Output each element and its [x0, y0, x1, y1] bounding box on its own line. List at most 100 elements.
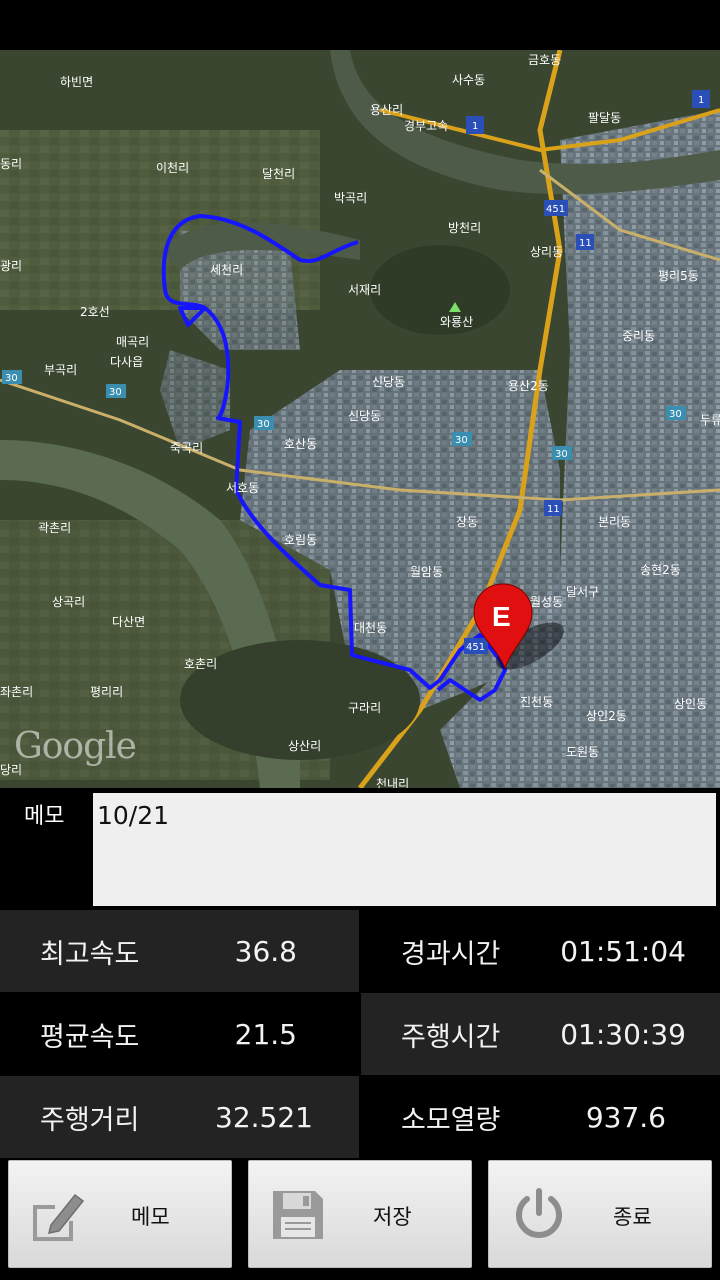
map-label: 평리5동 — [658, 269, 699, 283]
map-label: 금호동 — [528, 53, 561, 67]
map-label: 달서구 — [566, 585, 599, 599]
map-label: 좌촌리 — [0, 685, 33, 699]
highway-shield: 30 — [552, 446, 572, 460]
google-logo: Google — [14, 726, 137, 767]
map-label: 도원동 — [566, 745, 599, 759]
max-speed-value: 36.8 — [234, 934, 297, 968]
elapsed-value: 01:51:04 — [560, 934, 686, 968]
elapsed-label: 경과시간 — [401, 938, 501, 970]
map-label: 서재리 — [348, 283, 381, 297]
map-label: 다산면 — [112, 615, 145, 629]
save-button-label: 저장 — [373, 1205, 412, 1229]
highway-shield: 1 — [466, 116, 484, 134]
highway-shield: 11 — [576, 234, 594, 250]
moving-time-label: 주행시간 — [401, 1021, 501, 1053]
moving-time-cell: 주행시간 01:30:39 — [361, 993, 720, 1075]
svg-text:30: 30 — [555, 449, 568, 460]
map-label: 본리동 — [598, 515, 631, 529]
map-label: 중리동 — [622, 329, 655, 343]
map-label: 동리 — [0, 157, 22, 171]
edit-icon — [33, 1193, 85, 1241]
svg-text:30: 30 — [257, 419, 270, 430]
distance-cell: 주행거리 32.521 — [0, 1076, 359, 1158]
quit-button-label: 종료 — [613, 1205, 652, 1229]
memo-button[interactable]: 메모 — [8, 1160, 232, 1268]
power-icon — [516, 1188, 562, 1238]
map-label: 용산리 — [370, 103, 403, 117]
svg-text:30: 30 — [109, 387, 122, 398]
moving-time-value: 01:30:39 — [560, 1017, 686, 1051]
highway-shield: 30 — [666, 406, 686, 420]
calories-label: 소모열량 — [401, 1104, 501, 1136]
map-label: 월암동 — [410, 565, 443, 579]
map-view[interactable]: 1 1 451 11 30 30 30 30 30 11 451 30 하빈면 … — [0, 50, 720, 788]
stats-panel: 최고속도 36.8 경과시간 01:51:04 평균속도 21.5 주행시간 0… — [0, 910, 720, 1158]
map-label: 광리 — [0, 259, 22, 273]
map-label: 상곡리 — [52, 595, 85, 609]
map-label: 호촌리 — [184, 657, 217, 671]
map-label: 장동 — [456, 515, 478, 529]
map-label: 이천리 — [156, 160, 189, 175]
map-label: 상산리 — [288, 739, 321, 753]
map-label: 곽촌리 — [38, 521, 71, 535]
map-label: 월성동 — [530, 595, 563, 609]
map-label: 부곡리 — [44, 363, 77, 377]
max-speed-cell: 최고속도 36.8 — [0, 910, 359, 992]
highway-shield: 1 — [692, 90, 710, 108]
map-label: 신당동 — [372, 375, 405, 389]
map-label: 팔달동 — [588, 111, 621, 125]
map-label: 상인2동 — [586, 709, 627, 723]
map-label: 사수동 — [452, 73, 485, 87]
map-label: 대천동 — [354, 620, 387, 635]
map-label: 용산2동 — [508, 379, 549, 393]
memo-label: 메모 — [24, 804, 65, 829]
map-label: 상리동 — [530, 245, 563, 259]
svg-text:E: E — [492, 601, 511, 632]
map-label: 박곡리 — [334, 191, 367, 205]
avg-speed-label: 평균속도 — [40, 1021, 140, 1053]
map-label: 상인동 — [674, 697, 707, 711]
map-label: 방천리 — [448, 220, 481, 235]
avg-speed-cell: 평균속도 21.5 — [0, 993, 359, 1075]
elapsed-cell: 경과시간 01:51:04 — [361, 910, 720, 992]
status-bar — [0, 0, 720, 50]
distance-value: 32.521 — [215, 1100, 313, 1134]
map-label: 달천리 — [262, 166, 295, 181]
map-label: 하빈면 — [60, 75, 93, 89]
map-label: 와룡산 — [440, 315, 473, 329]
map-label: 천내리 — [376, 776, 409, 788]
save-button[interactable]: 저장 — [248, 1160, 472, 1268]
svg-text:11: 11 — [547, 504, 560, 515]
highway-shield: 451 — [464, 638, 488, 654]
svg-text:30: 30 — [5, 373, 18, 384]
map-label: 서호동 — [226, 481, 259, 495]
map-label: 진천동 — [520, 694, 553, 709]
svg-text:451: 451 — [546, 204, 565, 215]
map-label: 평리리 — [90, 685, 123, 699]
highway-shield: 30 — [106, 384, 126, 398]
highway-shield: 30 — [2, 370, 22, 384]
map-label: 매곡리 — [116, 335, 149, 349]
highway-shield: 30 — [254, 416, 274, 430]
highway-shield: 451 — [544, 200, 568, 216]
max-speed-label: 최고속도 — [40, 938, 140, 970]
calories-cell: 소모열량 937.6 — [361, 1076, 720, 1158]
memo-field[interactable]: 10/21 — [93, 793, 716, 906]
map-label: 2호선 — [80, 305, 110, 319]
map-label: 경부고속 — [404, 119, 448, 133]
quit-button[interactable]: 종료 — [488, 1160, 712, 1268]
svg-text:1: 1 — [472, 121, 478, 132]
satellite-map[interactable]: 1 1 451 11 30 30 30 30 30 11 451 30 하빈면 … — [0, 50, 720, 788]
map-label: 다사읍 — [110, 355, 143, 369]
svg-text:1: 1 — [698, 95, 704, 106]
map-label: 신당동 — [348, 409, 381, 423]
avg-speed-value: 21.5 — [234, 1017, 297, 1051]
map-label: 호림동 — [284, 533, 317, 547]
map-label: 세천리 — [210, 262, 243, 277]
memo-button-label: 메모 — [131, 1205, 170, 1229]
bottom-toolbar: 메모 저장 종료 — [0, 1158, 720, 1280]
distance-label: 주행거리 — [40, 1104, 140, 1136]
floppy-disk-icon — [273, 1191, 323, 1239]
map-label: 송현2동 — [640, 563, 681, 577]
map-label: 두류 — [700, 413, 720, 427]
